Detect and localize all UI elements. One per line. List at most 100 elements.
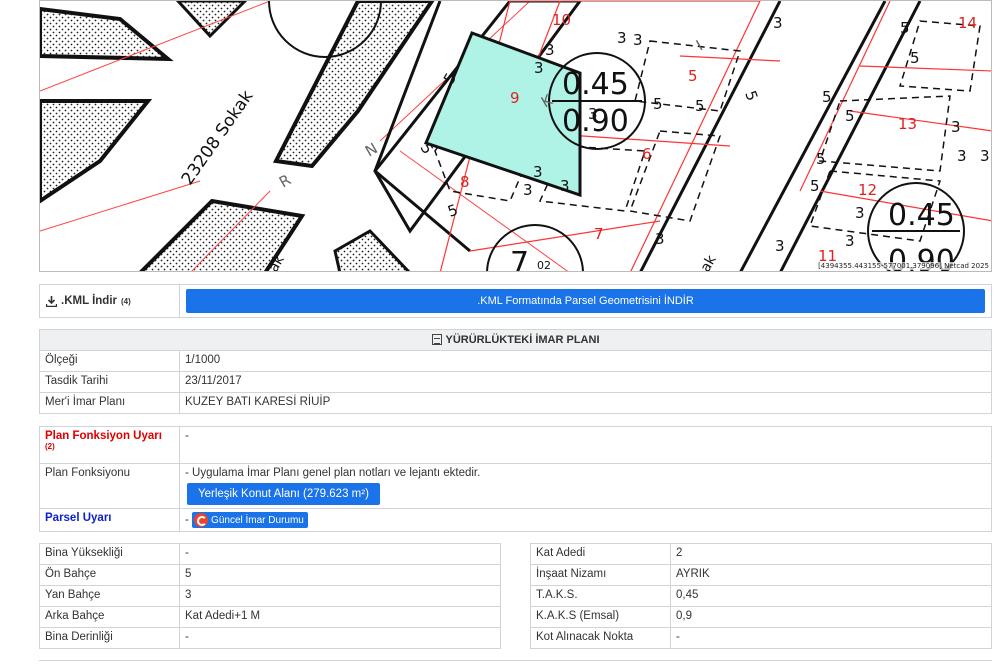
- plan-function-section: Plan Fonksiyon Uyarı (2) - Plan Fonksiyo…: [39, 426, 992, 532]
- table-row: T.A.K.S. 0,45: [530, 585, 992, 607]
- street-letter: N: [362, 139, 381, 160]
- setback-number: 3: [534, 59, 544, 77]
- parsel-uyari-value: - Güncel İmar Durumu: [179, 508, 992, 532]
- table-row: Plan Fonksiyonu - Uygulama İmar Planı ge…: [39, 463, 992, 509]
- parcel-number-5: 5: [688, 67, 698, 85]
- field-value: Kat Adedi+1 M: [179, 606, 501, 628]
- setback-number: 5: [417, 140, 437, 157]
- building-table-left: Bina Yüksekliği - Ön Bahçe 5 Yan Bahçe 3 Ar…: [39, 543, 501, 649]
- setback-number: 3: [845, 232, 855, 250]
- setback-number: 3: [655, 230, 665, 248]
- table-row: K.A.K.S (Emsal) 0,9: [530, 606, 992, 628]
- parcel-number-8: 8: [460, 173, 470, 191]
- setback-number: 3: [855, 204, 865, 222]
- kml-note: (4): [121, 296, 131, 306]
- street-letter: I: [693, 37, 706, 55]
- table-row: Ön Bahçe 5: [39, 564, 501, 586]
- plan-note: - Uygulama İmar Planı genel plan notları…: [185, 467, 481, 479]
- field-value: KUZEY BATI KARESİ RİUİP: [179, 392, 992, 414]
- field-label: Tasdik Tarihi: [39, 371, 180, 393]
- field-value: 23/11/2017: [179, 371, 992, 393]
- setback-number: 3: [957, 147, 967, 165]
- divider: [39, 660, 992, 664]
- parcel-map[interactable]: 0.45 0.90 0.45 0.90 7 02 10 14 5 9 13 6 …: [39, 0, 992, 272]
- setback-number: 5: [810, 177, 820, 195]
- field-label: İnşaat Nizamı: [530, 564, 671, 586]
- setback-number: 5: [653, 95, 663, 113]
- field-value: AYRIK: [670, 564, 992, 586]
- plan-uyari-value: -: [179, 426, 992, 464]
- field-label: Kat Adedi: [530, 543, 671, 565]
- field-value: 3: [179, 585, 501, 607]
- download-icon: [46, 295, 57, 307]
- field-value: 0,9: [670, 606, 992, 628]
- selected-parcel[interactable]: [423, 31, 582, 198]
- table-row: Yan Bahçe 3: [39, 585, 501, 607]
- field-value: -: [670, 627, 992, 649]
- setback-number: 3: [980, 147, 990, 165]
- field-label: Kot Alınacak Nokta: [530, 627, 671, 649]
- field-value: -: [179, 543, 501, 565]
- parcel-number-10: 10: [552, 11, 571, 29]
- field-label: Arka Bahçe: [39, 606, 180, 628]
- density-b-taks: 0.45: [888, 198, 955, 233]
- guncel-imar-button[interactable]: Güncel İmar Durumu: [192, 512, 308, 528]
- parcel-number-13: 13: [898, 115, 917, 133]
- field-label: Ölçeği: [39, 350, 180, 372]
- table-row: Parsel Uyarı - Güncel İmar Durumu: [39, 508, 992, 532]
- konut-alani-button[interactable]: Yerleşik Konut Alanı (279.623 m²): [187, 483, 380, 505]
- map-canvas[interactable]: 0.45 0.90 0.45 0.90 7 02 10 14 5 9 13 6 …: [40, 1, 992, 272]
- imar-plan-section: YÜRÜRLÜKTEKİ İMAR PLANI Ölçeği 1/1000 Ta…: [39, 329, 992, 414]
- setback-number: 5: [695, 97, 705, 115]
- hatched-blocks: [40, 1, 435, 271]
- refresh-icon: [194, 513, 209, 527]
- setback-number: 3: [633, 31, 643, 49]
- field-label: K.A.K.S (Emsal): [530, 606, 671, 628]
- field-label: Bina Yüksekliği: [39, 543, 180, 565]
- setback-number: 3: [775, 237, 785, 255]
- field-value: 0,45: [670, 585, 992, 607]
- field-label: Ön Bahçe: [39, 564, 180, 586]
- density-c-taks: 7: [510, 246, 529, 272]
- kml-label-text: .KML İndir: [61, 295, 118, 307]
- kml-download-button[interactable]: .KML Formatında Parsel Geometrisini İNDİ…: [186, 289, 985, 313]
- kml-row: .KML İndir (4) .KML Formatında Parsel Ge…: [39, 284, 992, 318]
- plan-fonksiyon-label: Plan Fonksiyonu: [39, 463, 180, 509]
- setback-number: 5: [816, 150, 826, 168]
- field-label: T.A.K.S.: [530, 585, 671, 607]
- density-c-kaks: 02: [537, 259, 551, 272]
- street-name: 23208 Sokak: [178, 87, 258, 189]
- parsel-uyari-label: Parsel Uyarı: [39, 508, 180, 532]
- table-row: Ölçeği 1/1000: [39, 350, 992, 372]
- parcel-number-14: 14: [958, 14, 977, 32]
- setback-number: 3: [588, 105, 598, 123]
- table-row: Bina Derinliği -: [39, 627, 501, 649]
- parcel-number-7: 7: [594, 225, 604, 243]
- setback-number: 3: [523, 181, 533, 199]
- imar-title: YÜRÜRLÜKTEKİ İMAR PLANI: [39, 329, 992, 351]
- density-a-taks: 0.45: [562, 67, 629, 102]
- building-table-right: Kat Adedi 2 İnşaat Nizamı AYRIK T.A.K.S. 0,…: [530, 543, 992, 649]
- parcel-number-12: 12: [858, 181, 877, 199]
- field-value: 2: [670, 543, 992, 565]
- table-row: Kat Adedi 2: [530, 543, 992, 565]
- setback-number: 5: [741, 88, 761, 103]
- table-row: Kot Alınacak Nokta -: [530, 627, 992, 649]
- table-row: Mer'i İmar Planı KUZEY BATI KARESİ RİUİP: [39, 392, 992, 414]
- parcel-number-9: 9: [510, 89, 520, 107]
- setback-number: 5: [845, 107, 855, 125]
- street-letter: R: [276, 171, 294, 192]
- table-row: Plan Fonksiyon Uyarı (2) -: [39, 426, 992, 464]
- map-attribution: [4394355.443155-577001.379096] Netcad 20…: [818, 262, 989, 270]
- table-row: İnşaat Nizamı AYRIK: [530, 564, 992, 586]
- plan-uyari-label: Plan Fonksiyon Uyarı (2): [39, 426, 180, 464]
- setback-number: 5: [900, 19, 910, 37]
- document-icon: [431, 334, 442, 345]
- field-value: -: [179, 627, 501, 649]
- parcel-number-6: 6: [642, 145, 652, 163]
- setback-number: 5: [910, 49, 920, 67]
- setback-number: 3: [533, 163, 543, 181]
- setback-number: 3: [545, 41, 555, 59]
- setback-number: 3: [773, 14, 783, 32]
- setback-number: 5: [822, 88, 832, 106]
